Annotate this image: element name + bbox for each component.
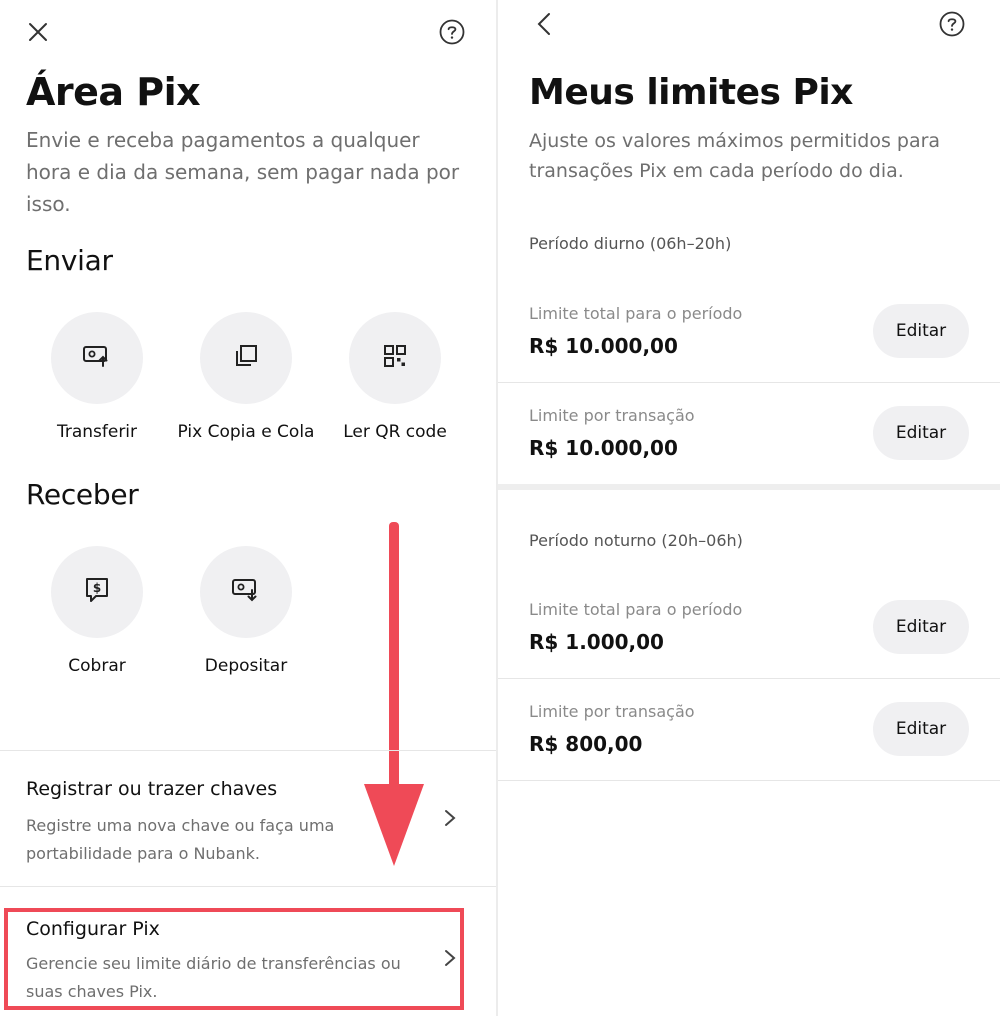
divider	[0, 886, 496, 887]
pix-limits-screen: Meus limites Pix Ajuste os valores máxim…	[498, 0, 1000, 1016]
page-title: Área Pix	[26, 70, 201, 114]
configure-pix-item[interactable]: Configurar Pix Gerencie seu limite diári…	[0, 890, 496, 1016]
charge-circle[interactable]: $	[51, 546, 143, 638]
edit-button[interactable]: Editar	[873, 406, 969, 460]
edit-button[interactable]: Editar	[873, 304, 969, 358]
charge-icon: $	[84, 576, 110, 608]
svg-text:$: $	[93, 581, 101, 595]
chevron-right-icon	[438, 946, 462, 970]
divider	[498, 780, 1000, 781]
pix-area-screen: Área Pix Envie e receba pagamentos a qua…	[0, 0, 496, 1016]
configure-pix-title: Configurar Pix	[26, 918, 160, 940]
limit-label: Limite total para o período	[529, 304, 743, 323]
limit-row: Limite por transação R$ 10.000,00 Editar	[498, 392, 1000, 484]
limit-value: R$ 800,00	[529, 732, 643, 756]
deposit-button[interactable]: Depositar	[171, 546, 321, 676]
page-subtitle: Ajuste os valores máximos permitidos par…	[529, 130, 941, 182]
back-icon[interactable]	[528, 8, 560, 40]
qr-code-icon	[382, 343, 408, 373]
copy-paste-circle[interactable]	[200, 312, 292, 404]
transfer-icon	[82, 343, 112, 373]
limit-value: R$ 10.000,00	[529, 334, 678, 358]
help-icon[interactable]	[436, 16, 468, 48]
close-icon[interactable]	[22, 16, 54, 48]
limit-value: R$ 10.000,00	[529, 436, 678, 460]
register-keys-desc: Registre uma nova chave ou faça uma port…	[26, 816, 335, 863]
qr-code-circle[interactable]	[349, 312, 441, 404]
send-section-title: Enviar	[26, 244, 113, 277]
deposit-icon	[231, 576, 261, 608]
transfer-circle[interactable]	[51, 312, 143, 404]
copy-paste-label: Pix Copia e Cola	[177, 422, 315, 442]
charge-button[interactable]: $ Cobrar	[22, 546, 172, 676]
period-night-title: Período noturno (20h–06h)	[529, 531, 743, 550]
copy-paste-button[interactable]: Pix Copia e Cola	[171, 312, 321, 442]
edit-button[interactable]: Editar	[873, 600, 969, 654]
configure-pix-desc: Gerencie seu limite diário de transferên…	[26, 954, 401, 1001]
transfer-label: Transferir	[56, 422, 138, 442]
transfer-button[interactable]: Transferir	[22, 312, 172, 442]
divider	[0, 750, 496, 751]
section-separator	[498, 484, 1000, 490]
divider	[498, 678, 1000, 679]
register-keys-title: Registrar ou trazer chaves	[26, 778, 278, 800]
limit-label: Limite por transação	[529, 702, 695, 721]
limit-label: Limite por transação	[529, 406, 695, 425]
limit-row: Limite total para o período R$ 10.000,00…	[498, 290, 1000, 382]
period-day-title: Período diurno (06h–20h)	[529, 234, 732, 253]
page-subtitle: Envie e receba pagamentos a qualquer hor…	[26, 128, 460, 216]
receive-section-title: Receber	[26, 478, 139, 511]
copy-paste-icon	[233, 343, 259, 373]
chevron-right-icon	[438, 806, 462, 830]
qr-code-label: Ler QR code	[343, 422, 447, 442]
limit-row: Limite total para o período R$ 1.000,00 …	[498, 586, 1000, 678]
edit-button[interactable]: Editar	[873, 702, 969, 756]
limit-label: Limite total para o período	[529, 600, 743, 619]
charge-label: Cobrar	[68, 656, 126, 676]
help-icon[interactable]	[936, 8, 968, 40]
page-title: Meus limites Pix	[529, 72, 853, 113]
qr-code-button[interactable]: Ler QR code	[320, 312, 470, 442]
divider	[498, 382, 1000, 383]
deposit-circle[interactable]	[200, 546, 292, 638]
limit-row: Limite por transação R$ 800,00 Editar	[498, 688, 1000, 780]
limit-value: R$ 1.000,00	[529, 630, 664, 654]
deposit-label: Depositar	[204, 656, 288, 676]
register-keys-item[interactable]: Registrar ou trazer chaves Registre uma …	[0, 752, 496, 886]
